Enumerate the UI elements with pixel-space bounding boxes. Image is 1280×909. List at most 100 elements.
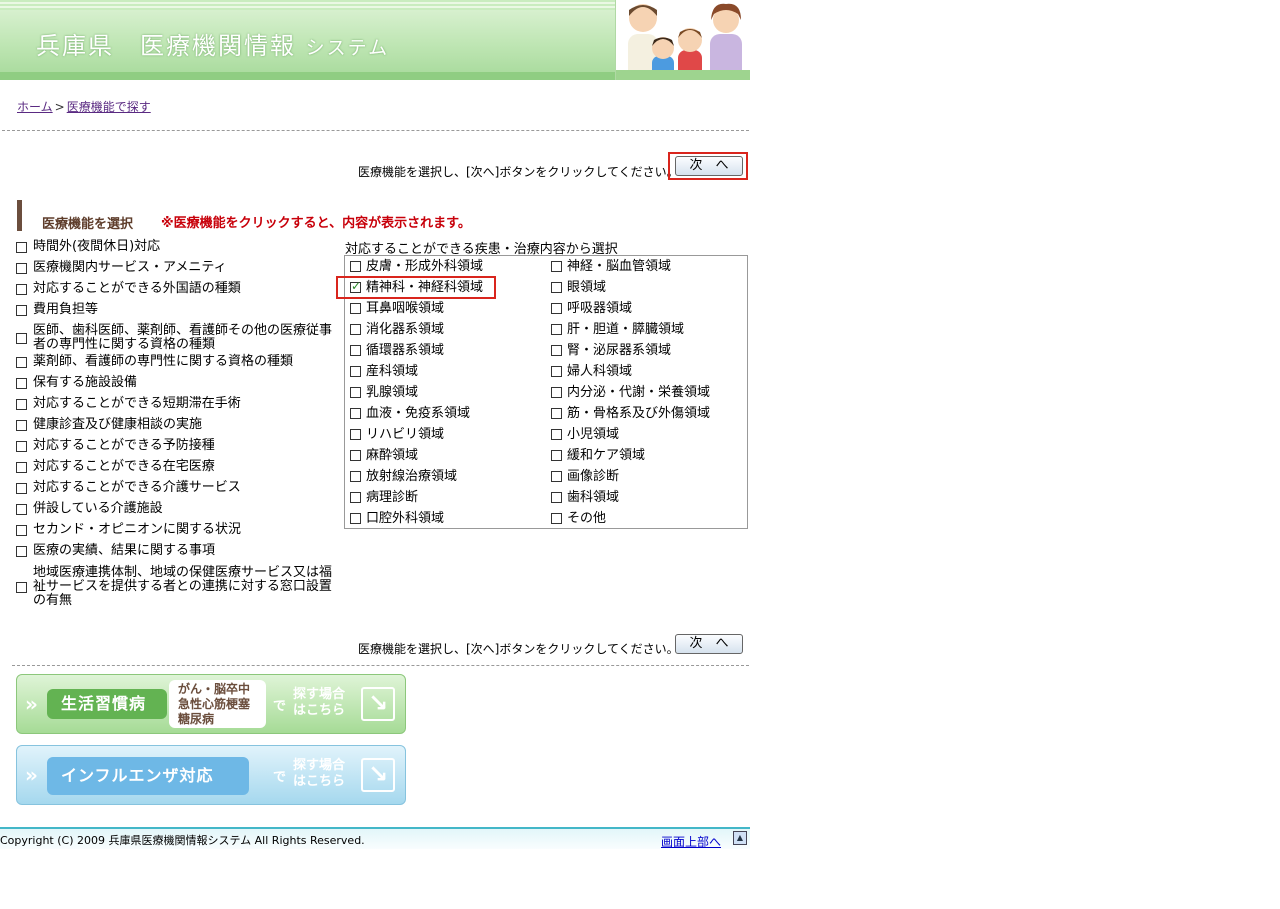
- disease-label[interactable]: 循環器系領域: [366, 343, 444, 358]
- disease-checkbox[interactable]: [551, 492, 562, 503]
- disease-label[interactable]: 内分泌・代謝・栄養領域: [567, 385, 710, 400]
- disease-checkbox[interactable]: [350, 492, 361, 503]
- disease-option[interactable]: 循環器系領域: [350, 344, 444, 358]
- disease-checkbox[interactable]: [350, 429, 361, 440]
- function-label[interactable]: 対応することができる在宅医療: [33, 460, 343, 474]
- function-label[interactable]: 薬剤師、看護師の専門性に関する資格の種類: [33, 355, 343, 369]
- function-checkbox[interactable]: [16, 263, 27, 274]
- function-checkbox[interactable]: [16, 504, 27, 515]
- function-checkbox[interactable]: [16, 284, 27, 295]
- disease-label[interactable]: 口腔外科領域: [366, 511, 444, 526]
- function-checkbox[interactable]: [16, 420, 27, 431]
- disease-label[interactable]: 画像診断: [567, 469, 619, 484]
- disease-checkbox[interactable]: [350, 408, 361, 419]
- function-label[interactable]: 費用負担等: [33, 303, 343, 317]
- disease-option[interactable]: 緩和ケア領域: [551, 449, 645, 463]
- function-label[interactable]: 時間外(夜間休日)対応: [33, 240, 343, 254]
- disease-label[interactable]: 消化器系領域: [366, 322, 444, 337]
- disease-option[interactable]: 内分泌・代謝・栄養領域: [551, 386, 710, 400]
- next-button-bottom[interactable]: 次 へ: [675, 634, 743, 654]
- disease-option[interactable]: 病理診断: [350, 491, 418, 505]
- disease-checkbox[interactable]: [551, 282, 562, 293]
- disease-checkbox[interactable]: [350, 324, 361, 335]
- disease-option[interactable]: 画像診断: [551, 470, 619, 484]
- function-label[interactable]: 医療機関内サービス・アメニティ: [33, 261, 343, 275]
- lifestyle-disease-banner[interactable]: » 生活習慣病 がん・脳卒中 急性心筋梗塞 糖尿病 で 探す場合 はこちら ↘: [16, 674, 406, 734]
- disease-checkbox[interactable]: [350, 450, 361, 461]
- arrow-up-icon[interactable]: ▲: [733, 831, 747, 845]
- disease-label[interactable]: 産科領域: [366, 364, 418, 379]
- function-checkbox[interactable]: [16, 242, 27, 253]
- disease-option[interactable]: 産科領域: [350, 365, 418, 379]
- disease-label[interactable]: 皮膚・形成外科領域: [366, 259, 483, 274]
- next-button-top[interactable]: 次 へ: [675, 156, 743, 176]
- disease-option[interactable]: 消化器系領域: [350, 323, 444, 337]
- function-label[interactable]: 併設している介護施設: [33, 502, 343, 516]
- disease-label[interactable]: 呼吸器領域: [567, 301, 632, 316]
- function-checkbox[interactable]: [16, 525, 27, 536]
- disease-option[interactable]: 麻酔領域: [350, 449, 418, 463]
- disease-label[interactable]: 乳腺領域: [366, 385, 418, 400]
- disease-option[interactable]: 乳腺領域: [350, 386, 418, 400]
- function-checkbox[interactable]: [16, 357, 27, 368]
- disease-checkbox[interactable]: [551, 387, 562, 398]
- disease-option[interactable]: 小児領域: [551, 428, 619, 442]
- disease-checkbox[interactable]: [350, 261, 361, 272]
- disease-checkbox[interactable]: [551, 345, 562, 356]
- disease-label[interactable]: 神経・脳血管領域: [567, 259, 671, 274]
- disease-option[interactable]: リハビリ領域: [350, 428, 444, 442]
- disease-checkbox[interactable]: [551, 261, 562, 272]
- function-label[interactable]: 医師、歯科医師、薬剤師、看護師その他の医療従事者の専門性に関する資格の種類: [33, 324, 343, 352]
- function-checkbox[interactable]: [16, 399, 27, 410]
- disease-checkbox[interactable]: [350, 345, 361, 356]
- disease-option[interactable]: 呼吸器領域: [551, 302, 632, 316]
- to-top-link[interactable]: 画面上部へ: [661, 833, 721, 850]
- disease-label[interactable]: 耳鼻咽喉領域: [366, 301, 444, 316]
- influenza-banner[interactable]: » インフルエンザ対応 で 探す場合 はこちら ↘: [16, 745, 406, 805]
- disease-checkbox[interactable]: [551, 471, 562, 482]
- function-label[interactable]: 医療の実績、結果に関する事項: [33, 544, 343, 558]
- function-label[interactable]: 対応することができる介護サービス: [33, 481, 343, 495]
- function-checkbox[interactable]: [16, 546, 27, 557]
- function-checkbox[interactable]: [16, 441, 27, 452]
- disease-checkbox[interactable]: [551, 408, 562, 419]
- disease-label[interactable]: 歯科領域: [567, 490, 619, 505]
- disease-label[interactable]: 腎・泌尿器系領域: [567, 343, 671, 358]
- breadcrumb-home-link[interactable]: ホーム: [17, 100, 53, 114]
- disease-checkbox[interactable]: [350, 387, 361, 398]
- function-label[interactable]: 健康診査及び健康相談の実施: [33, 418, 343, 432]
- disease-option[interactable]: 婦人科領域: [551, 365, 632, 379]
- disease-checkbox[interactable]: [551, 513, 562, 524]
- disease-option[interactable]: 筋・骨格系及び外傷領域: [551, 407, 710, 421]
- function-label[interactable]: 対応することができる短期滞在手術: [33, 397, 343, 411]
- disease-option[interactable]: 皮膚・形成外科領域: [350, 260, 483, 274]
- disease-option[interactable]: 肝・胆道・膵臓領域: [551, 323, 684, 337]
- function-checkbox[interactable]: [16, 333, 27, 344]
- disease-checkbox[interactable]: [350, 366, 361, 377]
- disease-checkbox[interactable]: [551, 429, 562, 440]
- disease-label[interactable]: 病理診断: [366, 490, 418, 505]
- disease-checkbox[interactable]: [551, 303, 562, 314]
- disease-option[interactable]: 放射線治療領域: [350, 470, 457, 484]
- disease-checkbox[interactable]: [350, 513, 361, 524]
- disease-label[interactable]: リハビリ領域: [366, 427, 444, 442]
- disease-checkbox[interactable]: [551, 366, 562, 377]
- function-checkbox[interactable]: [16, 483, 27, 494]
- function-checkbox[interactable]: [16, 462, 27, 473]
- disease-checkbox[interactable]: [350, 303, 361, 314]
- disease-checkbox[interactable]: [551, 450, 562, 461]
- function-checkbox[interactable]: [16, 305, 27, 316]
- disease-checkbox[interactable]: [551, 324, 562, 335]
- function-label[interactable]: 対応することができる外国語の種類: [33, 282, 343, 296]
- function-checkbox[interactable]: [16, 582, 27, 593]
- disease-label[interactable]: 血液・免疫系領域: [366, 406, 470, 421]
- disease-label[interactable]: 麻酔領域: [366, 448, 418, 463]
- function-label[interactable]: 地域医療連携体制、地域の保健医療サービス又は福祉サービスを提供する者との連携に対…: [33, 566, 343, 608]
- disease-label[interactable]: 放射線治療領域: [366, 469, 457, 484]
- disease-option[interactable]: 耳鼻咽喉領域: [350, 302, 444, 316]
- disease-option[interactable]: 口腔外科領域: [350, 512, 444, 526]
- disease-label[interactable]: 緩和ケア領域: [567, 448, 645, 463]
- disease-label[interactable]: 婦人科領域: [567, 364, 632, 379]
- disease-label[interactable]: 小児領域: [567, 427, 619, 442]
- disease-option[interactable]: 神経・脳血管領域: [551, 260, 671, 274]
